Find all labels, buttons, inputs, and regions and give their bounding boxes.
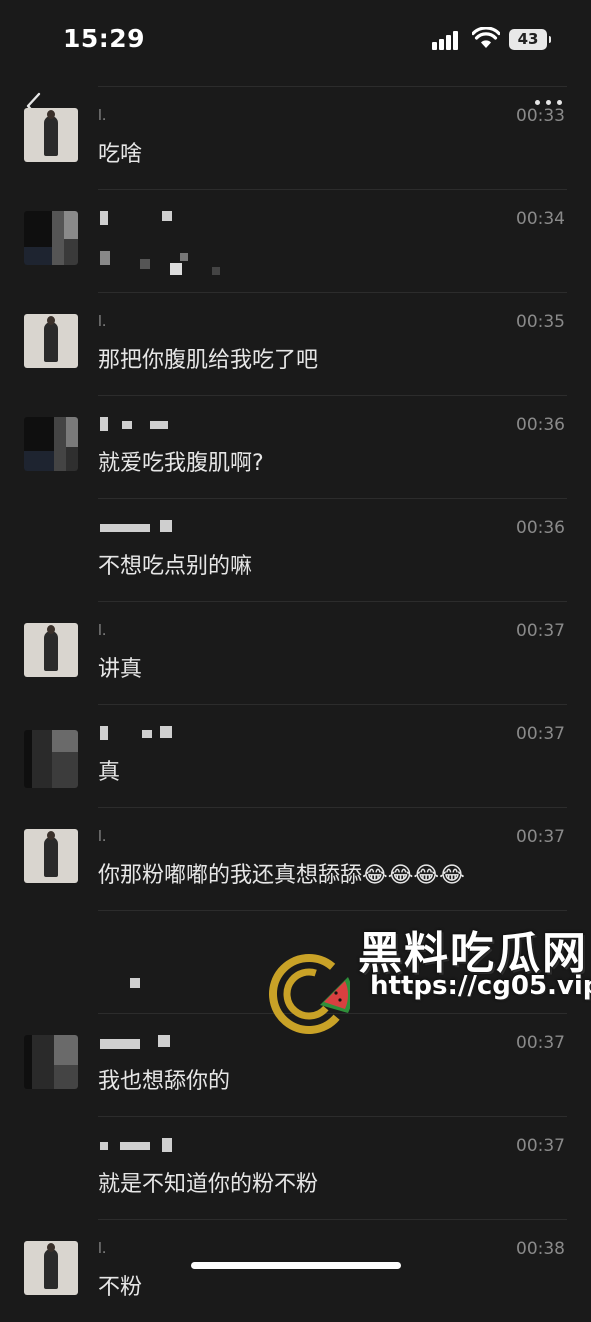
- avatar[interactable]: [24, 623, 78, 677]
- divider: [98, 910, 567, 911]
- message-text: 吃啥: [98, 142, 143, 167]
- avatar[interactable]: [24, 1241, 78, 1295]
- divider: [98, 86, 567, 87]
- message-time: 00:35: [516, 312, 565, 332]
- message-text: 不想吃点别的嘛: [98, 554, 253, 579]
- sender-name: l.: [98, 108, 107, 124]
- divider: [98, 807, 567, 808]
- message-text: 就是不知道你的粉不粉: [98, 1172, 319, 1197]
- avatar[interactable]: [24, 108, 78, 162]
- redacted-sender-name: [130, 978, 210, 992]
- sender-name: l.: [98, 829, 107, 845]
- message-text: 讲真: [98, 657, 143, 682]
- avatar[interactable]: [24, 829, 78, 883]
- message-text: 我也想舔你的: [98, 1069, 231, 1094]
- message-text: 就爱吃我腹肌啊?: [98, 451, 264, 476]
- cellular-signal-icon: [432, 30, 464, 50]
- divider: [98, 1219, 567, 1220]
- divider: [98, 1116, 567, 1117]
- watermelon-logo-icon: [269, 954, 350, 1034]
- avatar[interactable]: [24, 211, 78, 265]
- sender-name: l.: [98, 1241, 107, 1257]
- home-indicator: [191, 1262, 401, 1269]
- message-time: 00:34: [516, 209, 565, 229]
- redacted-sender-name: [100, 1035, 180, 1049]
- message-time: 00:33: [516, 106, 565, 126]
- message-text: 真: [98, 760, 121, 785]
- avatar[interactable]: [24, 1035, 78, 1089]
- watermark: 黑料吃瓜网 https://cg05.vip: [266, 915, 591, 1035]
- wifi-icon: [472, 27, 500, 48]
- redacted-message-text: [100, 237, 230, 277]
- divider: [98, 704, 567, 705]
- sender-name: l.: [98, 623, 107, 639]
- avatar[interactable]: [24, 730, 78, 788]
- message-time: 00:36: [516, 518, 565, 538]
- status-time: 15:29: [63, 24, 146, 53]
- message-item[interactable]: l. 00:37 讲真: [0, 601, 591, 704]
- message-text: 你那粉嘟嘟的我还真想舔舔😂😂😂😂: [98, 863, 465, 888]
- message-time: 00:36: [516, 415, 565, 435]
- watermark-url: https://cg05.vip: [370, 971, 591, 1001]
- message-time: 00:38: [516, 1239, 565, 1259]
- redacted-sender-name: [100, 1138, 180, 1152]
- divider: [98, 189, 567, 190]
- message-text: 不粉: [98, 1275, 143, 1300]
- message-item[interactable]: 00:37 真: [0, 704, 591, 807]
- status-bar: 15:29 43: [0, 0, 591, 80]
- divider: [98, 498, 567, 499]
- redacted-sender-name: [100, 417, 180, 431]
- message-time: 00:37: [516, 827, 565, 847]
- redacted-sender-name: [100, 520, 180, 534]
- avatar[interactable]: [24, 417, 78, 471]
- message-time: 00:37: [516, 621, 565, 641]
- sender-name: l.: [98, 314, 107, 330]
- battery-indicator: 43: [509, 29, 551, 50]
- message-item[interactable]: l. 00:37 你那粉嘟嘟的我还真想舔舔😂😂😂😂: [0, 807, 591, 910]
- avatar[interactable]: [24, 314, 78, 368]
- message-time: 00:37: [516, 1136, 565, 1156]
- message-item[interactable]: 00:34: [0, 189, 591, 292]
- message-item[interactable]: 00:36 就爱吃我腹肌啊?: [0, 395, 591, 498]
- redacted-sender-name: [100, 726, 180, 740]
- message-time: 00:37: [516, 724, 565, 744]
- divider: [98, 292, 567, 293]
- divider: [98, 395, 567, 396]
- message-item[interactable]: 00:37 就是不知道你的粉不粉: [0, 1116, 591, 1219]
- divider: [98, 601, 567, 602]
- message-time: 00:37: [516, 1033, 565, 1053]
- message-item[interactable]: l. 00:38 不粉: [0, 1219, 591, 1322]
- message-item[interactable]: l. 00:35 那把你腹肌给我吃了吧: [0, 292, 591, 395]
- message-item[interactable]: l. 00:33 吃啥: [0, 86, 591, 189]
- message-item[interactable]: 00:36 不想吃点别的嘛: [0, 498, 591, 601]
- message-text: 那把你腹肌给我吃了吧: [98, 348, 319, 373]
- redacted-sender-name: [100, 211, 180, 225]
